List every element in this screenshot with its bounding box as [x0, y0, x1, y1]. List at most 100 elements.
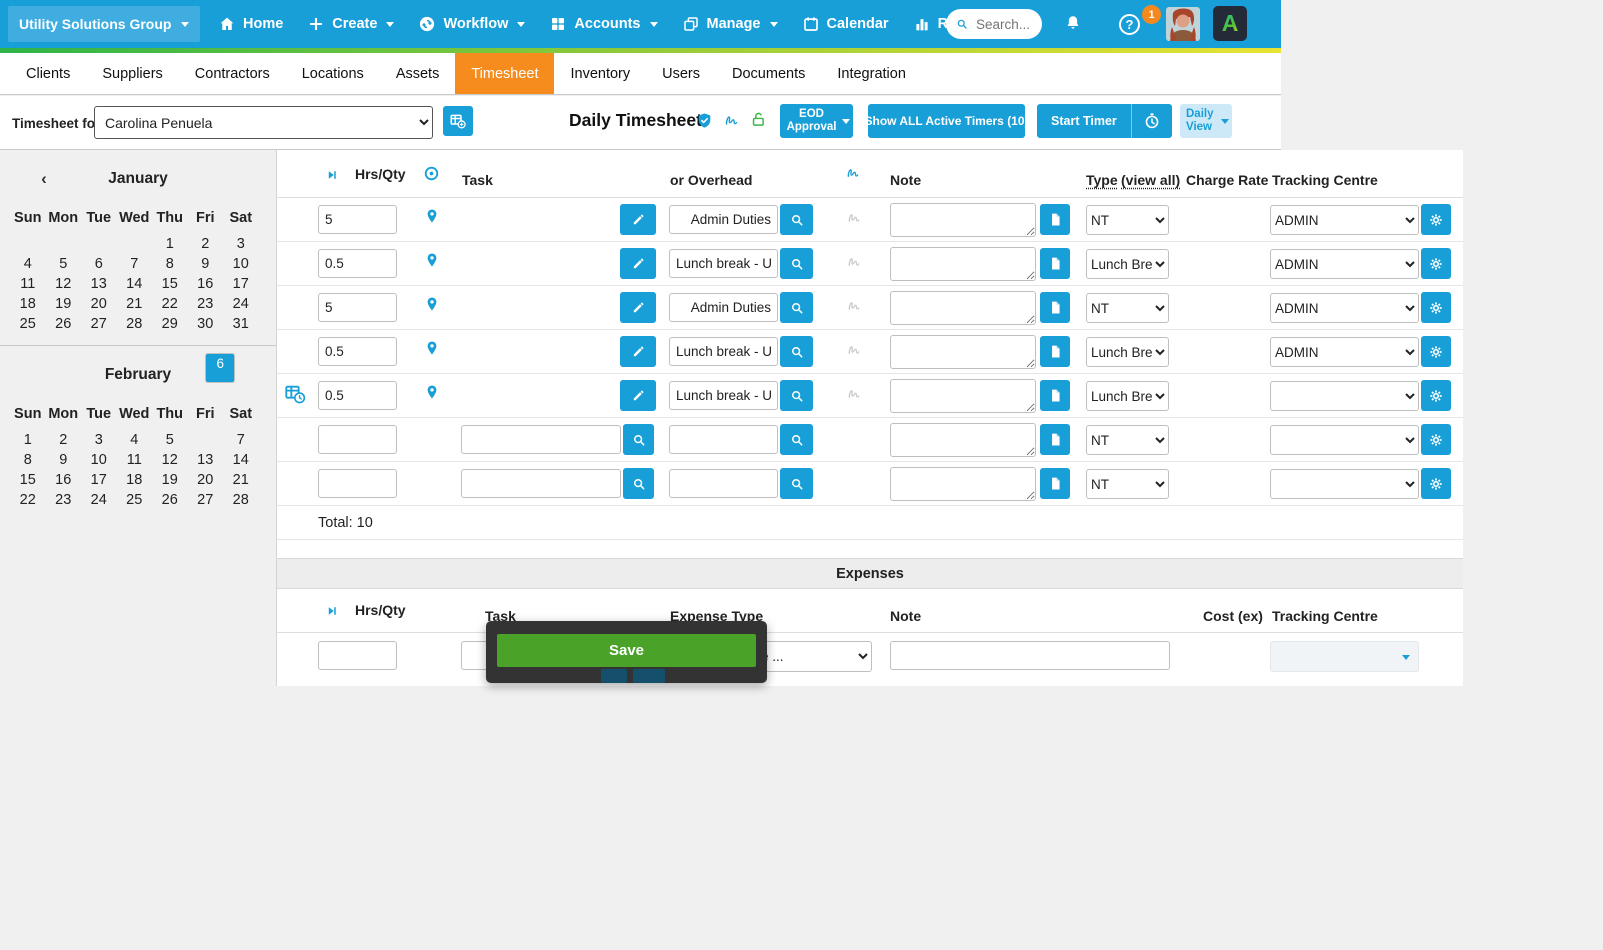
tab-assets[interactable]: Assets: [380, 53, 456, 94]
save-button[interactable]: Save: [497, 634, 756, 667]
calendar-day[interactable]: 16: [46, 470, 82, 490]
tab-clients[interactable]: Clients: [10, 53, 86, 94]
search-box[interactable]: [946, 9, 1042, 39]
calendar-day[interactable]: 20: [188, 470, 224, 490]
calendar-day[interactable]: 24: [81, 490, 117, 510]
calendar-day[interactable]: 2: [188, 234, 224, 254]
tab-documents[interactable]: Documents: [716, 53, 821, 94]
calendar-day[interactable]: 13: [81, 274, 117, 294]
overhead-input[interactable]: [669, 293, 778, 322]
tab-locations[interactable]: Locations: [286, 53, 380, 94]
calendar-day[interactable]: 6: [81, 254, 117, 274]
note-attachment-button[interactable]: [1040, 380, 1070, 411]
calendar-day[interactable]: 4: [117, 430, 153, 450]
tracking-centre-select[interactable]: [1270, 381, 1419, 411]
stopwatch-button[interactable]: [1130, 104, 1172, 138]
note-attachment-button[interactable]: [1040, 292, 1070, 323]
note-attachment-button[interactable]: [1040, 248, 1070, 279]
type-select[interactable]: Lunch Bre: [1086, 249, 1169, 279]
calendar-day[interactable]: 8: [152, 254, 188, 274]
calendar-day[interactable]: 5: [152, 430, 188, 450]
row-settings-button[interactable]: [1421, 336, 1451, 367]
note-textarea[interactable]: [890, 203, 1036, 237]
calendar-day[interactable]: 14: [223, 450, 259, 470]
note-textarea[interactable]: [890, 379, 1036, 413]
overhead-search-button[interactable]: [780, 248, 813, 279]
task-input[interactable]: [461, 469, 621, 498]
calendar-day[interactable]: 10: [81, 450, 117, 470]
avatar[interactable]: [1166, 7, 1200, 41]
calendar-day[interactable]: 9: [188, 254, 224, 274]
expense-hrs-qty-input[interactable]: [318, 641, 397, 670]
hrs-qty-input[interactable]: [318, 469, 397, 498]
calendar-day[interactable]: 11: [117, 450, 153, 470]
tracking-centre-select[interactable]: ADMIN: [1270, 337, 1419, 367]
overhead-search-button[interactable]: [780, 468, 813, 499]
calendar-day[interactable]: 14: [117, 274, 153, 294]
calendar-day[interactable]: 19: [46, 294, 82, 314]
overhead-input[interactable]: [669, 425, 778, 454]
overhead-search-button[interactable]: [780, 336, 813, 367]
overhead-search-button[interactable]: [780, 204, 813, 235]
hrs-qty-input[interactable]: [318, 249, 397, 278]
calendar-day[interactable]: 23: [46, 490, 82, 510]
calendar-day[interactable]: 20: [81, 294, 117, 314]
calendar-day[interactable]: 25: [10, 314, 46, 334]
row-settings-button[interactable]: [1421, 380, 1451, 411]
calendar-day[interactable]: 12: [152, 450, 188, 470]
nav-workflow[interactable]: Workflow: [406, 0, 537, 48]
calendar-day[interactable]: 25: [117, 490, 153, 510]
overhead-input[interactable]: [669, 337, 778, 366]
lock-open-icon[interactable]: [750, 111, 767, 128]
calendar-day[interactable]: 29: [152, 314, 188, 334]
note-attachment-button[interactable]: [1040, 468, 1070, 499]
tab-users[interactable]: Users: [646, 53, 716, 94]
calendar-prev-button[interactable]: ‹: [34, 164, 54, 194]
calendar-day[interactable]: 16: [188, 274, 224, 294]
calendar-day[interactable]: 30: [188, 314, 224, 334]
skip-to-icon[interactable]: [325, 604, 339, 618]
overhead-search-button[interactable]: [780, 380, 813, 411]
note-textarea[interactable]: [890, 291, 1036, 325]
note-textarea[interactable]: [890, 335, 1036, 369]
calendar-day[interactable]: 9: [46, 450, 82, 470]
tab-inventory[interactable]: Inventory: [554, 53, 646, 94]
edit-overhead-button[interactable]: [620, 380, 656, 411]
calendar-day[interactable]: 26: [152, 490, 188, 510]
overhead-input[interactable]: [669, 381, 778, 410]
note-attachment-button[interactable]: [1040, 204, 1070, 235]
calendar-day[interactable]: 17: [223, 274, 259, 294]
hrs-qty-input[interactable]: [318, 205, 397, 234]
search-input[interactable]: [974, 15, 1032, 33]
org-selector[interactable]: Utility Solutions Group: [8, 6, 200, 42]
note-attachment-button[interactable]: [1040, 336, 1070, 367]
type-select[interactable]: Lunch Bre: [1086, 381, 1169, 411]
type-select[interactable]: NT: [1086, 469, 1169, 499]
calendar-day[interactable]: 18: [10, 294, 46, 314]
tab-integration[interactable]: Integration: [821, 53, 922, 94]
nav-accounts[interactable]: Accounts: [537, 0, 669, 48]
calendar-day[interactable]: 10: [223, 254, 259, 274]
calendar-day[interactable]: 28: [223, 490, 259, 510]
overhead-search-button[interactable]: [780, 292, 813, 323]
edit-overhead-button[interactable]: [620, 204, 656, 235]
calendar-day[interactable]: 12: [46, 274, 82, 294]
daily-view-button[interactable]: Daily View: [1180, 104, 1232, 138]
row-settings-button[interactable]: [1421, 292, 1451, 323]
calendar-day[interactable]: 24: [223, 294, 259, 314]
calendar-day[interactable]: 19: [152, 470, 188, 490]
nav-home[interactable]: Home: [206, 0, 295, 48]
target-icon[interactable]: [423, 165, 440, 182]
calendar-day[interactable]: 4: [10, 254, 46, 274]
start-timer-button[interactable]: Start Timer: [1037, 104, 1131, 138]
help-button[interactable]: ?: [1119, 14, 1140, 35]
calendar-day[interactable]: 21: [223, 470, 259, 490]
calendar-day[interactable]: 8: [10, 450, 46, 470]
calendar-day[interactable]: 11: [10, 274, 46, 294]
overhead-input[interactable]: [669, 205, 778, 234]
tracking-centre-select[interactable]: ADMIN: [1270, 205, 1419, 235]
tracking-centre-select[interactable]: [1270, 425, 1419, 455]
calendar-day[interactable]: 18: [117, 470, 153, 490]
overhead-search-button[interactable]: [780, 424, 813, 455]
hrs-qty-input[interactable]: [318, 293, 397, 322]
